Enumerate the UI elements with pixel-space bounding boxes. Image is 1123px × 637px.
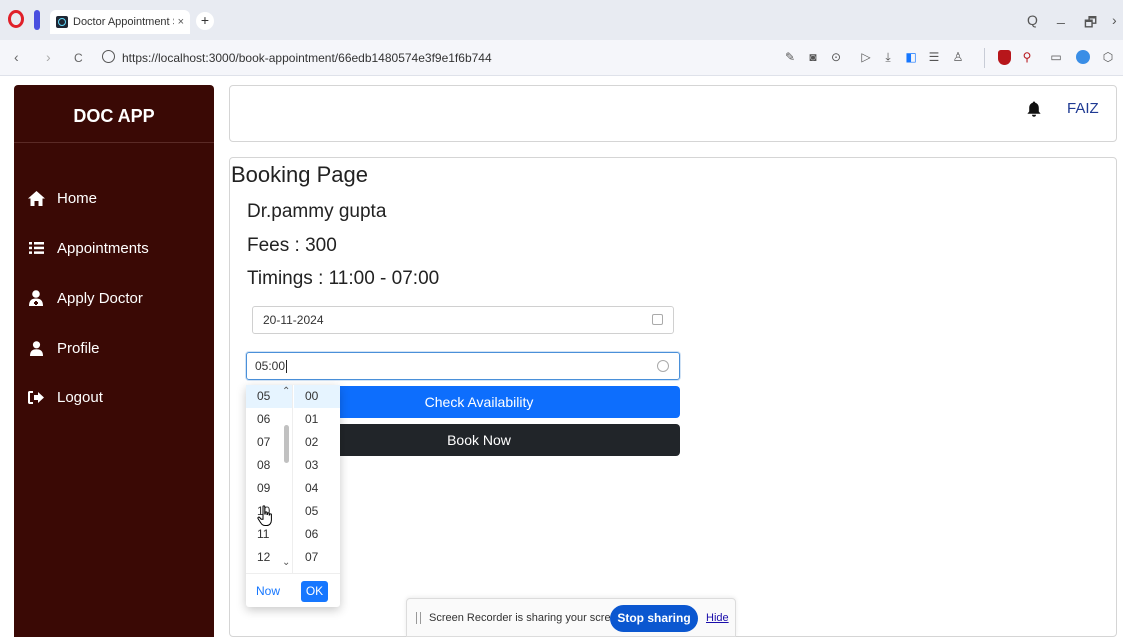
doctor-icon	[27, 289, 45, 307]
reader-icon[interactable]: ◧	[904, 50, 918, 64]
search-tabs-icon[interactable]: Q	[1027, 12, 1038, 28]
tab-title: Doctor Appointment S	[73, 16, 174, 28]
logout-icon	[27, 388, 45, 406]
download-icon[interactable]: ⤓	[881, 50, 895, 64]
extensions-icon[interactable]: ⬡	[1101, 50, 1115, 64]
sidebar-item-profile[interactable]: Profile	[14, 333, 214, 363]
url-field[interactable]: https://localhost:3000/book-appointment/…	[122, 51, 492, 65]
sharing-message: Screen Recorder is sharing your screen.	[429, 612, 626, 624]
address-bar: ‹ › C https://localhost:3000/book-appoin…	[0, 40, 1123, 76]
minute-option[interactable]: 04	[294, 477, 340, 500]
sidebar-toggle-icon[interactable]	[34, 10, 40, 30]
ublock-extension-icon[interactable]	[998, 50, 1011, 65]
screen-recorder-bar: Screen Recorder is sharing your screen. …	[406, 598, 736, 637]
top-header: FAIZ	[229, 85, 1117, 142]
minute-option[interactable]: 02	[294, 431, 340, 454]
sidebar-item-label: Profile	[57, 339, 100, 357]
minute-option[interactable]: 00	[294, 385, 340, 408]
zoom-extension-icon[interactable]: ⚲	[1020, 50, 1034, 64]
sidebar-item-logout[interactable]: Logout	[14, 382, 214, 412]
hour-scrollbar[interactable]	[284, 425, 289, 463]
sidebar-item-apply-doctor[interactable]: Apply Doctor	[14, 283, 214, 313]
react-favicon-icon	[56, 16, 68, 28]
tab-close-button[interactable]: ×	[178, 16, 184, 28]
camera-icon[interactable]: ◙	[806, 50, 820, 64]
bell-icon[interactable]	[1027, 101, 1041, 117]
new-tab-button[interactable]: +	[196, 12, 214, 30]
brand-logo[interactable]: DOC APP	[14, 85, 214, 143]
date-picker-input[interactable]: 20-11-2024	[252, 306, 674, 334]
menu-icon[interactable]: ☰	[927, 50, 941, 64]
restore-button[interactable]: 🗗	[1084, 12, 1097, 36]
hour-option[interactable]: 09	[246, 477, 292, 500]
minute-option[interactable]: 06	[294, 523, 340, 546]
time-picker-input[interactable]: 05:00	[246, 352, 680, 380]
minute-option[interactable]: 07	[294, 546, 340, 569]
time-value: 05:00	[255, 359, 286, 373]
calendar-icon[interactable]	[652, 314, 663, 325]
user-name-link[interactable]: FAIZ	[1067, 100, 1099, 117]
forward-button[interactable]: ›	[46, 49, 51, 65]
minute-option[interactable]: 01	[294, 408, 340, 431]
stop-sharing-button[interactable]: Stop sharing	[610, 605, 698, 632]
sidebar-item-appointments[interactable]: Appointments	[14, 233, 214, 263]
clock-icon[interactable]	[657, 360, 669, 372]
home-icon	[27, 189, 45, 207]
doctor-name: Dr.pammy gupta	[247, 201, 387, 222]
sidebar-item-label: Home	[57, 189, 98, 207]
drag-handle-icon[interactable]	[416, 612, 421, 624]
doctor-fees: Fees : 300	[247, 235, 337, 256]
sidebar: DOC APP Home Appointments Apply Doctor P…	[14, 85, 214, 637]
shield-icon[interactable]: ⊙	[829, 50, 843, 64]
opera-logo-icon[interactable]	[8, 10, 24, 28]
vpn-extension-icon[interactable]	[1076, 50, 1090, 64]
toolbar-divider	[984, 48, 985, 68]
send-icon[interactable]: ▷	[859, 50, 873, 64]
minute-option[interactable]: 05	[294, 500, 340, 523]
scroll-down-icon[interactable]: ⌄	[282, 557, 290, 568]
time-picker-dropdown: 05 06 07 08 09 10 11 12 ⌃ ⌄ 00 01 02 03 …	[246, 385, 340, 607]
ok-button[interactable]: OK	[301, 581, 328, 602]
reload-button[interactable]: C	[74, 51, 83, 65]
edit-icon[interactable]: ✎	[783, 50, 797, 64]
window-icon[interactable]: ▭	[1049, 50, 1063, 64]
back-button[interactable]: ‹	[14, 49, 19, 65]
browser-tab-bar: Doctor Appointment S × + Q _ 🗗 ›	[0, 0, 1123, 40]
now-button[interactable]: Now	[256, 584, 280, 598]
minimize-button[interactable]: _	[1057, 8, 1065, 24]
account-icon[interactable]: ♙	[951, 50, 965, 64]
sidebar-item-label: Apply Doctor	[57, 289, 143, 307]
hour-column[interactable]: 05 06 07 08 09 10 11 12	[246, 385, 292, 569]
hide-link[interactable]: Hide	[706, 612, 729, 624]
text-caret	[286, 360, 288, 374]
column-divider	[292, 385, 293, 573]
hand-cursor-icon	[257, 505, 272, 526]
site-info-icon[interactable]	[102, 50, 115, 63]
time-picker-footer: Now OK	[246, 573, 340, 607]
doctor-timings: Timings : 11:00 - 07:00	[247, 268, 440, 289]
booking-panel: Booking Page Dr.pammy gupta Fees : 300 T…	[229, 157, 1117, 637]
sidebar-item-label: Appointments	[57, 239, 149, 257]
close-window-button[interactable]: ›	[1112, 12, 1117, 28]
page-title: Booking Page	[231, 162, 368, 187]
sidebar-item-home[interactable]: Home	[14, 183, 214, 213]
list-icon	[27, 239, 45, 257]
minute-option[interactable]: 03	[294, 454, 340, 477]
sidebar-item-label: Logout	[57, 388, 103, 406]
date-value: 20-11-2024	[263, 313, 324, 327]
user-icon	[27, 339, 45, 357]
browser-tab[interactable]: Doctor Appointment S ×	[50, 10, 190, 34]
scroll-up-icon[interactable]: ⌃	[282, 386, 290, 397]
minute-column[interactable]: 00 01 02 03 04 05 06 07	[294, 385, 340, 569]
